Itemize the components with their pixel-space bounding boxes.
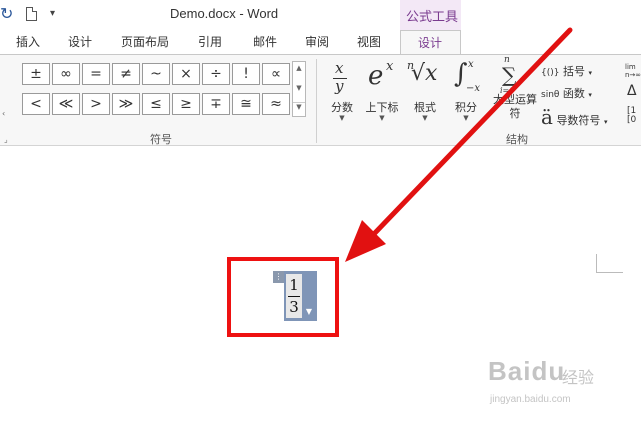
symbol-much-less[interactable]: ≪ (52, 93, 80, 115)
tab-review[interactable]: 审阅 (305, 33, 329, 50)
symbol-less-than[interactable]: < (22, 93, 50, 115)
tab-page-layout[interactable]: 页面布局 (121, 33, 169, 50)
radical-button[interactable]: n √x 根式 ▼ (405, 59, 445, 129)
matrix-icon[interactable]: [1 [0 (627, 107, 636, 125)
symbol-equals[interactable]: = (82, 63, 110, 85)
script-label: 上下标 (365, 101, 399, 114)
watermark-url: jingyan.baidu.com (490, 394, 571, 405)
integral-glyph-sub: −x (466, 83, 481, 94)
tab-insert[interactable]: 插入 (16, 33, 40, 50)
symbol-greater-than[interactable]: > (82, 93, 110, 115)
chevron-down-icon: ▾ (603, 118, 608, 126)
symbol-factorial[interactable]: ! (232, 63, 260, 85)
symbol-less-equal[interactable]: ≤ (142, 93, 170, 115)
integral-label: 积分 (455, 101, 477, 114)
tab-references[interactable]: 引用 (198, 33, 222, 50)
accent-button[interactable]: ä 导数符号 ▾ (541, 105, 607, 129)
group-separator (316, 59, 317, 143)
context-group-label: 公式工具 (406, 10, 459, 25)
tab-mailings[interactable]: 邮件 (253, 33, 277, 50)
tab-view[interactable]: 视图 (357, 33, 381, 50)
scroll-up-icon[interactable]: ▲ (293, 64, 305, 72)
integral-glyph-sup: x (468, 59, 474, 70)
bracket-label: 括号 (562, 65, 585, 78)
new-document-icon[interactable] (26, 7, 37, 21)
operator-icon[interactable]: Δ (627, 83, 637, 99)
fraction-glyph-top: x (335, 59, 344, 77)
watermark-logo: Baidu 经验 jingyan.baidu.com (488, 352, 608, 412)
integral-button[interactable]: ∫ x −x 积分 ▼ (446, 59, 486, 129)
group-label-symbols: 符号 (150, 133, 172, 146)
tab-design[interactable]: 设计 (68, 33, 92, 50)
symbol-gallery-scroll[interactable]: ▲ ▼ ▼ (292, 61, 306, 117)
function-icon: sinθ (541, 90, 560, 100)
symbol-divide[interactable]: ÷ (202, 63, 230, 85)
quick-access-more-icon[interactable]: ▾ (50, 8, 55, 19)
symbol-much-greater[interactable]: ≫ (112, 93, 140, 115)
ribbon-tabs: 插入 设计 页面布局 引用 邮件 审阅 视图 设计 (0, 30, 641, 55)
ribbon-panel: ‹ ⌟ ± ∞ = ≠ ~ × ÷ ! ∝ < ≪ > ≫ ≤ ≥ ∓ ≅ ≈ … (0, 54, 641, 146)
function-button[interactable]: sinθ 函数 ▾ (541, 85, 592, 101)
equation-tools-context-group: 公式工具 (400, 0, 461, 30)
limit-log-icon[interactable]: lim n→∞ (625, 63, 641, 79)
tab-equation-design[interactable]: 设计 (400, 30, 461, 55)
script-button[interactable]: e x 上下标 ▼ (360, 59, 404, 129)
group-label-structures: 结构 (506, 133, 528, 146)
script-glyph-sup: x (386, 59, 394, 74)
chevron-down-icon: ▼ (463, 114, 469, 122)
accent-label: 导数符号 (556, 114, 601, 127)
annotation-highlight-box (227, 257, 339, 337)
function-label: 函数 (562, 87, 585, 100)
chevron-down-icon: ▼ (379, 114, 385, 122)
gallery-more-icon[interactable]: ▼ (293, 102, 305, 111)
ribbon-left-edge-marker: ‹ (2, 109, 6, 118)
fraction-label: 分数 (331, 101, 353, 114)
undo-icon[interactable]: ↻ (0, 4, 14, 24)
symbol-plus-minus[interactable]: ± (22, 63, 50, 85)
symbol-congruent[interactable]: ≅ (232, 93, 260, 115)
watermark-brand-cn: 经验 (562, 368, 595, 387)
document-title: Demo.docx - Word (170, 6, 279, 21)
accent-icon: ä (541, 105, 553, 129)
fraction-glyph-bottom: y (335, 77, 344, 95)
symbol-infinity[interactable]: ∞ (52, 63, 80, 85)
symbol-tilde[interactable]: ~ (142, 63, 170, 85)
radical-label: 根式 (414, 101, 436, 114)
group-expand-icon[interactable]: ⌟ (4, 135, 8, 144)
chevron-down-icon: ▾ (588, 69, 592, 77)
symbol-proportional[interactable]: ∝ (262, 63, 290, 85)
title-bar: ↻ ▾ Demo.docx - Word 公式工具 (0, 0, 641, 30)
symbol-minus-plus[interactable]: ∓ (202, 93, 230, 115)
symbol-greater-equal[interactable]: ≥ (172, 93, 200, 115)
large-operator-glyph: ∑ (502, 63, 517, 87)
scroll-down-icon[interactable]: ▼ (293, 84, 305, 92)
chevron-down-icon: ▼ (339, 114, 345, 122)
script-glyph: e (368, 61, 384, 91)
radical-glyph: √x (411, 61, 438, 86)
large-operator-button[interactable]: n ∑ i=0 大型运算符 (490, 55, 538, 129)
symbol-approx[interactable]: ≈ (262, 93, 290, 115)
bracket-icon: {()} (541, 68, 560, 78)
symbol-times[interactable]: × (172, 63, 200, 85)
symbol-not-equal[interactable]: ≠ (112, 63, 140, 85)
chevron-down-icon: ▼ (422, 114, 428, 122)
tab-equation-design-label: 设计 (418, 36, 443, 50)
chevron-down-icon: ▾ (588, 91, 592, 99)
bracket-button[interactable]: {()} 括号 ▾ (541, 63, 592, 79)
large-operator-label: 大型运算符 (493, 93, 537, 120)
watermark-brand: Baidu (488, 356, 566, 386)
page-margin-marker (596, 254, 623, 273)
fraction-button[interactable]: x y 分数 ▼ (322, 59, 362, 129)
